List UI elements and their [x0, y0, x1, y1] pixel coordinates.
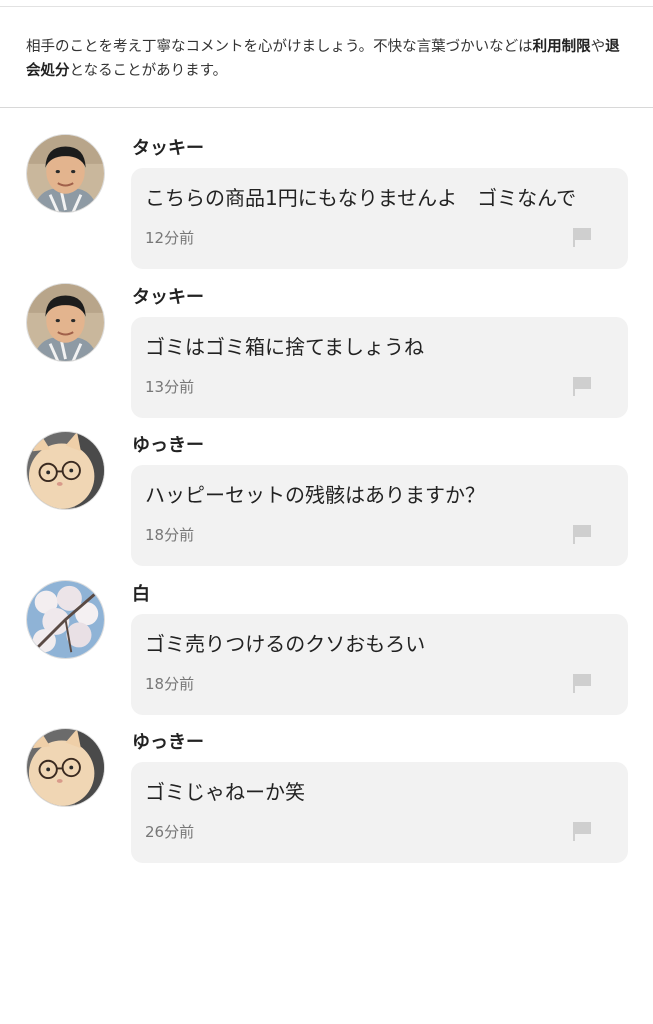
comment-username[interactable]: タッキー: [132, 286, 204, 310]
comment-timestamp: 13分前: [145, 378, 195, 396]
comment-username[interactable]: ゆっきー: [132, 434, 204, 458]
comment-text: ゴミはゴミ箱に捨てましょうね: [145, 335, 424, 359]
comment-text: ゴミじゃねーか笑: [145, 780, 305, 804]
comment-username[interactable]: ゆっきー: [132, 731, 204, 755]
comment-item: ゆっきー ゴミじゃねーか笑 26分前: [0, 728, 653, 868]
comment-bubble: ゴミじゃねーか笑 26分前: [131, 762, 628, 863]
comment-text: ゴミ売りつけるのクソおもろい: [145, 632, 426, 656]
young-man-avatar[interactable]: [26, 283, 105, 362]
comment-timestamp: 26分前: [145, 823, 195, 841]
comment-username[interactable]: 白: [132, 583, 150, 607]
notice-text: 相手のことを考え丁寧なコメントを心がけましょう。不快な言葉づかいなどは: [26, 39, 533, 55]
comment-timestamp: 18分前: [145, 526, 195, 544]
flag-report-icon[interactable]: [571, 226, 593, 248]
notice-divider: [0, 107, 653, 108]
comment-item: タッキー ゴミはゴミ箱に捨てましょうね 13分前: [0, 283, 653, 423]
comment-guideline-notice: 相手のことを考え丁寧なコメントを心がけましょう。不快な言葉づかいなどは利用制限や…: [26, 35, 626, 83]
comment-item: タッキー こちらの商品1円にもなりませんよ ゴミなんで 12分前: [0, 134, 653, 274]
comment-text: こちらの商品1円にもなりませんよ ゴミなんで: [145, 186, 577, 210]
cat-with-glasses-avatar[interactable]: [26, 431, 105, 510]
comment-text: ハッピーセットの残骸はありますか？: [145, 483, 485, 507]
notice-connector: や: [590, 39, 606, 55]
top-divider: [0, 6, 653, 7]
comment-bubble: ゴミはゴミ箱に捨てましょうね 13分前: [131, 317, 628, 418]
comment-bubble: こちらの商品1円にもなりませんよ ゴミなんで 12分前: [131, 168, 628, 269]
comment-timestamp: 18分前: [145, 675, 195, 693]
comment-bubble: ゴミ売りつけるのクソおもろい 18分前: [131, 614, 628, 715]
flag-report-icon[interactable]: [571, 672, 593, 694]
comment-item: ゆっきー ハッピーセットの残骸はありますか？ 18分前: [0, 431, 653, 571]
flag-report-icon[interactable]: [571, 375, 593, 397]
notice-suffix: となることがあります。: [69, 63, 228, 79]
young-man-avatar[interactable]: [26, 134, 105, 213]
cat-with-glasses-avatar[interactable]: [26, 728, 105, 807]
flag-report-icon[interactable]: [571, 820, 593, 842]
comment-username[interactable]: タッキー: [132, 137, 204, 161]
comment-item: 白 ゴミ売りつけるのクソおもろい 18分前: [0, 580, 653, 720]
comment-bubble: ハッピーセットの残骸はありますか？ 18分前: [131, 465, 628, 566]
cherry-blossom-avatar[interactable]: [26, 580, 105, 659]
flag-report-icon[interactable]: [571, 523, 593, 545]
notice-usage-restriction: 利用制限: [532, 39, 591, 55]
comment-timestamp: 12分前: [145, 229, 195, 247]
